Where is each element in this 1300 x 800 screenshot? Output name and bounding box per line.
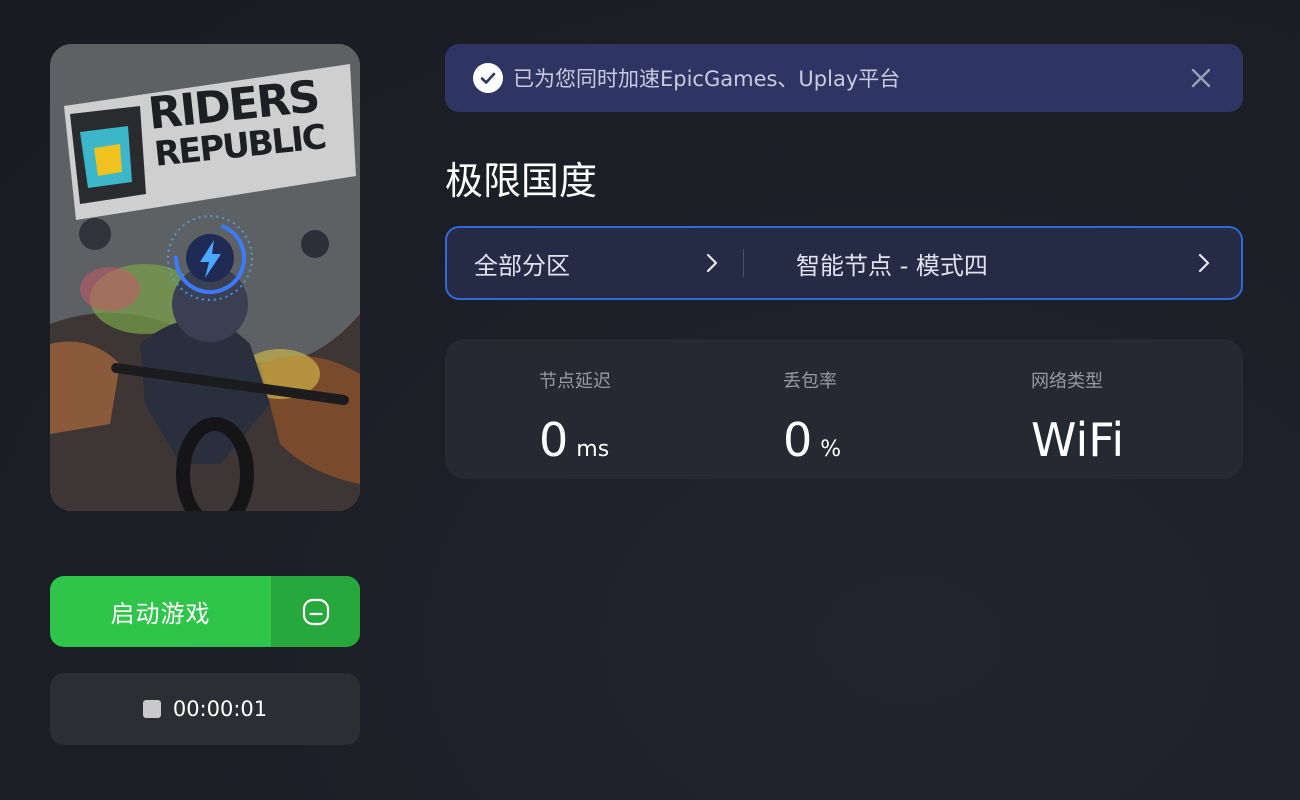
packet-loss-label: 丢包率 — [783, 371, 837, 392]
game-title: 极限国度 — [445, 159, 598, 203]
stop-icon — [142, 700, 161, 718]
latency-stat: 节点延迟 0 ms — [539, 367, 611, 467]
notice-text: 已为您同时加速EpicGames、Uplay平台 — [513, 67, 901, 91]
packet-loss-stat: 丢包率 0 % — [783, 367, 841, 467]
network-type-stat: 网络类型 WiFi — [1031, 367, 1124, 467]
latency-label: 节点延迟 — [539, 371, 611, 392]
stop-acceleration-button[interactable]: 00:00:01 — [50, 673, 360, 745]
network-stats-panel: 节点延迟 0 ms 丢包率 0 % 网络类型 WiFi — [445, 339, 1243, 479]
check-icon — [473, 63, 503, 93]
launch-game-button[interactable]: 启动游戏 — [50, 576, 271, 647]
elapsed-timer: 00:00:01 — [172, 697, 268, 721]
network-type-value: WiFi — [1031, 413, 1125, 467]
minus-circle-icon — [302, 598, 329, 625]
accelerating-indicator — [164, 212, 256, 304]
launch-game-button-group: 启动游戏 — [50, 576, 360, 647]
region-dropdown[interactable]: 全部分区 — [447, 228, 743, 298]
node-dropdown[interactable]: 智能节点 - 模式四 — [744, 228, 1241, 298]
node-label: 智能节点 - 模式四 — [796, 251, 988, 280]
latency-value: 0 — [539, 413, 569, 467]
lightning-icon — [167, 215, 253, 301]
close-icon[interactable] — [1189, 66, 1213, 90]
chevron-right-icon — [1198, 253, 1210, 273]
packet-loss-unit: % — [820, 437, 842, 462]
network-type-label: 网络类型 — [1031, 371, 1103, 392]
region-label: 全部分区 — [474, 251, 570, 280]
node-selector: 全部分区 智能节点 - 模式四 — [445, 226, 1243, 300]
game-cover: RIDERS REPUBLIC — [50, 44, 360, 511]
latency-unit: ms — [576, 437, 610, 462]
chevron-right-icon — [706, 253, 718, 273]
packet-loss-value: 0 — [783, 413, 813, 467]
acceleration-notice: 已为您同时加速EpicGames、Uplay平台 — [445, 44, 1243, 112]
launch-options-button[interactable] — [271, 576, 360, 647]
